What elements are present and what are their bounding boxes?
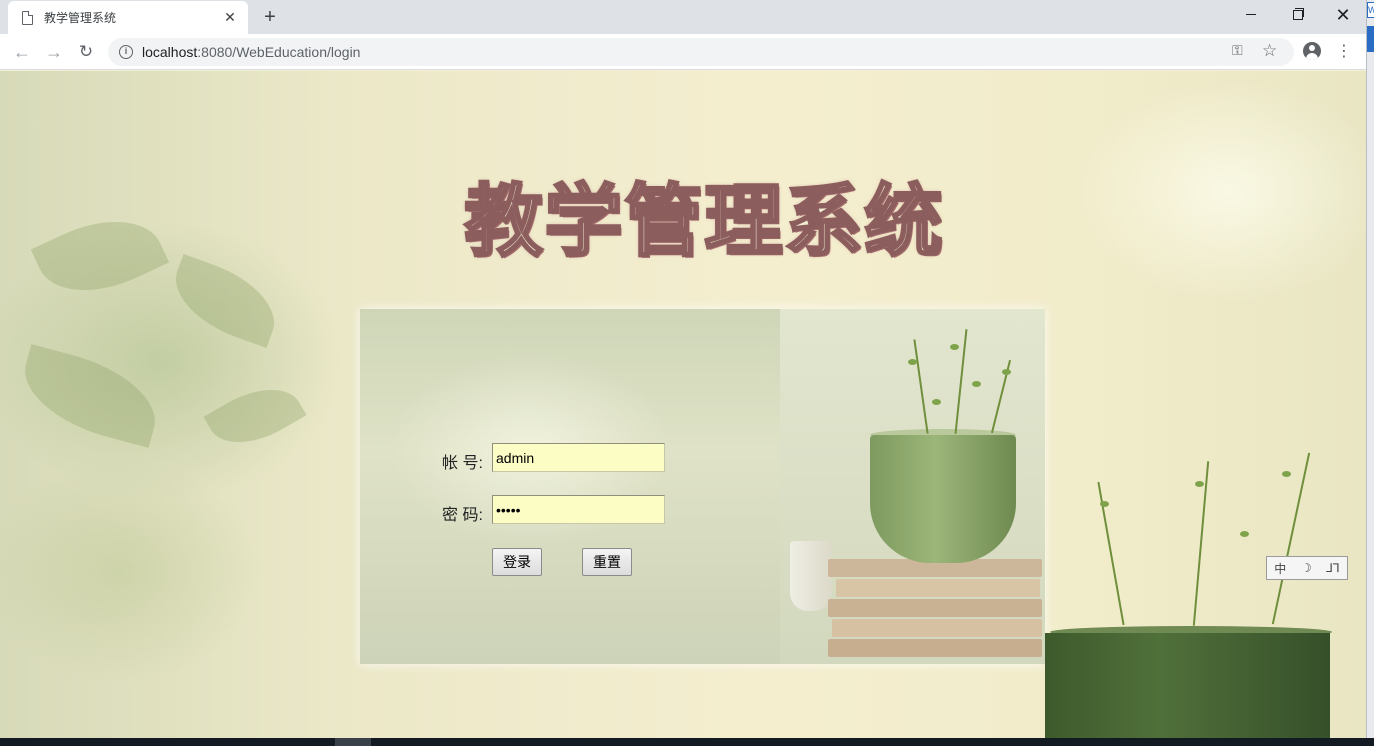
background-leaf [203,371,307,461]
tab-close-icon[interactable]: ✕ [222,9,238,26]
site-info-icon[interactable]: i [119,45,133,59]
large-plant-pot-illustration [1045,633,1330,738]
tab-title: 教学管理系统 [44,11,117,25]
plant-leaf [1195,481,1204,487]
page-viewport: 教学管理系统 帐 号: 密 码: 登录 重置 中 ☽ ⅃⅂ [0,71,1366,738]
background-leaf [13,344,167,448]
word-app-icon[interactable]: W [1367,2,1374,18]
page-title: 教学管理系统 [463,175,945,269]
plant-leaf [1002,369,1011,375]
window-minimize-button[interactable] [1228,0,1274,30]
ime-toolbar[interactable]: 中 ☽ ⅃⅂ [1266,556,1348,580]
profile-avatar-icon[interactable] [1303,42,1321,60]
url-host: localhost [142,44,198,60]
plant-leaf [972,381,981,387]
plant-leaf [1240,531,1249,537]
window-restore-button[interactable] [1274,0,1320,30]
password-input[interactable] [492,495,665,524]
reset-button[interactable]: 重置 [582,548,632,576]
ime-moon-icon[interactable]: ☽ [1301,561,1312,575]
ime-punctuation-icon[interactable]: ⅃⅂ [1326,561,1339,575]
plant-leaf [908,359,917,365]
os-taskbar [0,738,1374,746]
browser-tab-strip: 教学管理系统 ✕ + ✕ [0,0,1366,34]
adjacent-window-titlebar [1367,26,1374,52]
key-icon[interactable]: ⚿ [1232,42,1243,59]
plant-leaf [1100,501,1109,507]
teacup-illustration [790,541,832,611]
window-close-button[interactable]: ✕ [1320,0,1366,30]
plant-leaf [1282,471,1291,477]
browser-tab[interactable]: 教学管理系统 ✕ [8,1,248,34]
login-button[interactable]: 登录 [492,548,542,576]
back-arrow-icon[interactable]: ← [9,39,35,65]
more-menu-icon[interactable]: ⋮ [1334,41,1354,61]
bookmark-star-icon[interactable]: ☆ [1262,41,1277,61]
book-illustration [828,639,1042,657]
adjacent-window-edge: W [1366,0,1374,746]
plant-stem [1271,452,1311,625]
username-input[interactable] [492,443,665,472]
book-illustration [832,619,1042,637]
book-illustration [836,579,1040,597]
url-text[interactable]: localhost:8080/WebEducation/login [142,44,360,60]
background-leaf [163,253,287,349]
plant-leaf [950,344,959,350]
plant-leaf [932,399,941,405]
taskbar-active-item[interactable] [335,738,371,746]
password-label: 密 码: [442,507,483,524]
url-path: :8080/WebEducation/login [197,44,361,60]
browser-toolbar: ← → ↻ i localhost:8080/WebEducation/logi… [0,34,1366,70]
reload-icon[interactable]: ↻ [73,39,99,65]
background-leaf [30,198,170,314]
plant-pot-illustration [870,435,1016,563]
ime-mode-toggle[interactable]: 中 [1274,560,1286,577]
book-illustration [828,599,1042,617]
new-tab-button[interactable]: + [258,5,282,29]
username-label: 帐 号: [442,455,483,472]
forward-arrow-icon[interactable]: → [41,39,67,65]
page-document-icon [22,10,33,25]
login-panel [360,309,1045,664]
address-bar[interactable]: i localhost:8080/WebEducation/login ⚿ ☆ [108,38,1294,66]
